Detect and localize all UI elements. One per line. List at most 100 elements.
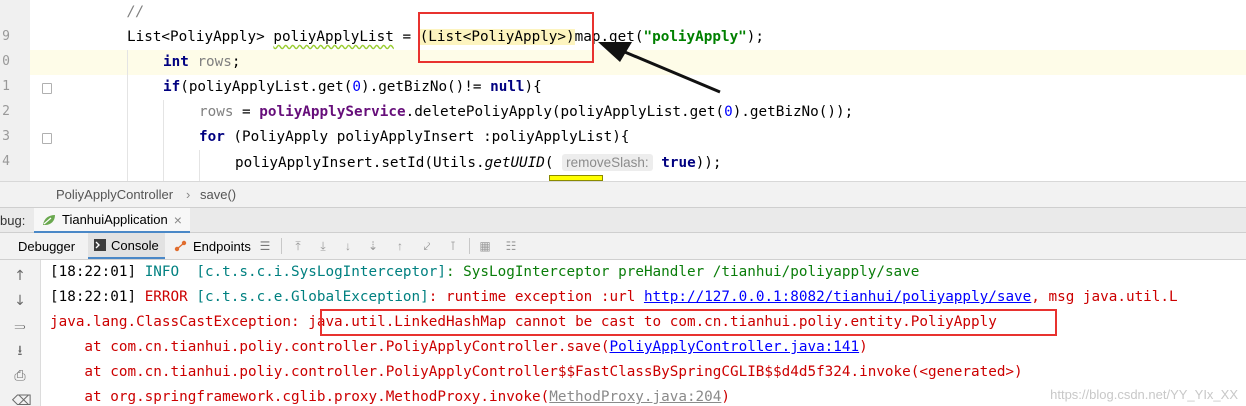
code-token: List<PoliyApply> [127, 29, 265, 45]
tab-debugger[interactable]: Debugger [12, 233, 81, 259]
toolbar-divider [469, 238, 470, 254]
keyword: null [490, 79, 525, 95]
stack-frame: at org.springframework.cglib.proxy.Metho… [50, 385, 730, 406]
frame-text: at com.cn.tianhui.poliy.controller.Poliy… [50, 339, 610, 355]
log-time: [18:22:01] [50, 264, 145, 280]
code-token: :poliyApplyList){ [474, 129, 630, 145]
code-token: ; [231, 54, 241, 70]
fold-marker-icon[interactable] [42, 83, 52, 94]
code-line: if(poliyApplyList.get(0).getBizNo()!= nu… [163, 75, 542, 100]
debug-session-tab[interactable]: TianhuiApplication × [34, 208, 190, 233]
breadcrumb-separator: › [186, 187, 191, 202]
static-method: getUUID [484, 155, 545, 171]
log-line: [18:22:01] INFO [c.t.s.c.i.SysLogInterce… [50, 260, 919, 285]
source-link[interactable]: PoliyApplyController.java:141 [609, 339, 859, 355]
line-number: 1 [2, 79, 10, 94]
code-token: poliyApplyInsert.setId(Utils. [235, 155, 485, 171]
code-comment: // [127, 4, 145, 20]
log-url-link[interactable]: http://127.0.0.1:8082/tianhui/poliyapply… [644, 289, 1031, 305]
console-icon [94, 239, 106, 251]
frame-text: ) [721, 389, 730, 405]
annotation-arrow-icon [598, 42, 721, 94]
indent-guide [163, 100, 164, 181]
tab-label: Endpoints [193, 238, 251, 254]
step-over-icon[interactable]: ⤓ [316, 239, 330, 253]
code-token: = [393, 29, 420, 45]
code-token: poliyApplyList [273, 29, 394, 45]
log-message: : runtime exception :url [428, 289, 644, 305]
code-token: )); [695, 155, 722, 171]
watermark: https://blog.csdn.net/YY_YIx_XX [1050, 387, 1238, 402]
step-into-icon[interactable]: ↓ [341, 239, 355, 253]
breadcrumb: PoliyApplyController › save() [0, 181, 1246, 207]
code-token: ); [746, 29, 765, 45]
debug-label: bug: [0, 213, 26, 228]
console-output[interactable]: ↑ ↓ ⥰ ⭳ ⎙ ⌫ [18:22:01] INFO [c.t.s.c.i.S… [0, 260, 1246, 406]
fold-marker-icon[interactable] [42, 133, 52, 144]
code-token: ( [544, 155, 563, 171]
keyword: true [661, 155, 696, 171]
spring-leaf-icon [43, 214, 55, 225]
console-side-toolbar: ↑ ↓ ⥰ ⭳ ⎙ ⌫ [0, 260, 41, 406]
code-token: (PoliyApply [224, 129, 337, 145]
debug-toolbar: Debugger Console Endpoints ☰ ⤒ ⤓ ↓ ⇣ ↑ ⤦… [0, 233, 1246, 260]
log-message: : SysLogInterceptor preHandler /tianhui/… [445, 264, 920, 280]
tab-endpoints[interactable]: Endpoints [168, 233, 257, 259]
code-line: int rows; [163, 50, 240, 75]
annotation-red-box [418, 12, 594, 63]
log-logger: [c.t.s.c.i.SysLogInterceptor] [196, 264, 446, 280]
close-tab-icon[interactable]: × [174, 212, 182, 228]
keyword: int [163, 54, 189, 70]
code-token: rows [199, 104, 234, 120]
run-to-cursor-icon[interactable]: ⊺ [446, 239, 460, 253]
field-reference: poliyApplyService [259, 104, 406, 120]
log-level: INFO [144, 264, 197, 280]
line-number: 0 [2, 54, 10, 69]
evaluate-expression-icon[interactable]: ▦ [478, 239, 492, 253]
annotation-red-box [320, 309, 1057, 336]
code-token: .deletePoliyApply(poliyApplyList.get( [405, 104, 725, 120]
exception-type: java.lang.ClassCastException: [50, 314, 309, 330]
session-name: TianhuiApplication [62, 212, 168, 227]
code-token: (poliyApplyList.get( [180, 79, 353, 95]
log-line: [18:22:01] ERROR [c.t.s.c.e.GlobalExcept… [50, 285, 1178, 310]
tab-console[interactable]: Console [88, 233, 165, 259]
code-editor[interactable]: 9 0 1 2 3 4 // List<PoliyApply> poliyApp… [0, 0, 1246, 181]
code-token: rows [197, 54, 232, 70]
code-token: = [233, 104, 260, 120]
show-execution-point-icon[interactable]: ⤒ [291, 239, 305, 253]
scroll-to-end-icon[interactable]: ⭳ [12, 343, 28, 359]
line-number: 2 [2, 104, 10, 119]
code-token: poliyApplyInsert [336, 129, 475, 145]
breadcrumb-method[interactable]: save() [200, 187, 236, 202]
frame-text: at com.cn.tianhui.poliy.controller.Poliy… [50, 364, 1023, 380]
clear-all-icon[interactable]: ⌫ [12, 393, 32, 406]
scroll-down-icon[interactable]: ↓ [12, 293, 28, 309]
breadcrumb-class[interactable]: PoliyApplyController [56, 187, 173, 202]
scroll-up-icon[interactable]: ↑ [12, 268, 28, 284]
parameter-hint: removeSlash: [562, 154, 653, 171]
line-gutter: 9 0 1 2 3 4 [0, 0, 30, 181]
force-step-into-icon[interactable]: ⇣ [366, 239, 380, 253]
source-link[interactable]: MethodProxy.java:204 [549, 389, 721, 405]
number-literal: 0 [352, 79, 361, 95]
code-line: for (PoliyApply poliyApplyInsert :poliyA… [199, 125, 629, 150]
soft-wrap-icon[interactable]: ⥰ [12, 318, 28, 334]
menu-icon[interactable]: ☰ [258, 239, 272, 253]
line-number: 9 [2, 29, 10, 44]
print-icon[interactable]: ⎙ [12, 368, 28, 384]
frame-text: ) [859, 339, 868, 355]
log-message: , msg java.util.L [1031, 289, 1178, 305]
stack-frame: at com.cn.tianhui.poliy.controller.Poliy… [50, 360, 1023, 385]
stack-frame: at com.cn.tianhui.poliy.controller.Poliy… [50, 335, 868, 360]
trace-icon[interactable]: ☷ [504, 239, 518, 253]
endpoints-icon [174, 240, 187, 252]
step-out-icon[interactable]: ↑ [393, 239, 407, 253]
tab-label: Console [111, 237, 159, 253]
drop-frame-icon[interactable]: ⤦ [420, 239, 434, 253]
number-literal: 0 [724, 104, 733, 120]
line-number: 4 [2, 154, 10, 169]
code-line: rows = poliyApplyService.deletePoliyAppl… [199, 100, 853, 125]
code-token: ).getBizNo()); [732, 104, 854, 120]
